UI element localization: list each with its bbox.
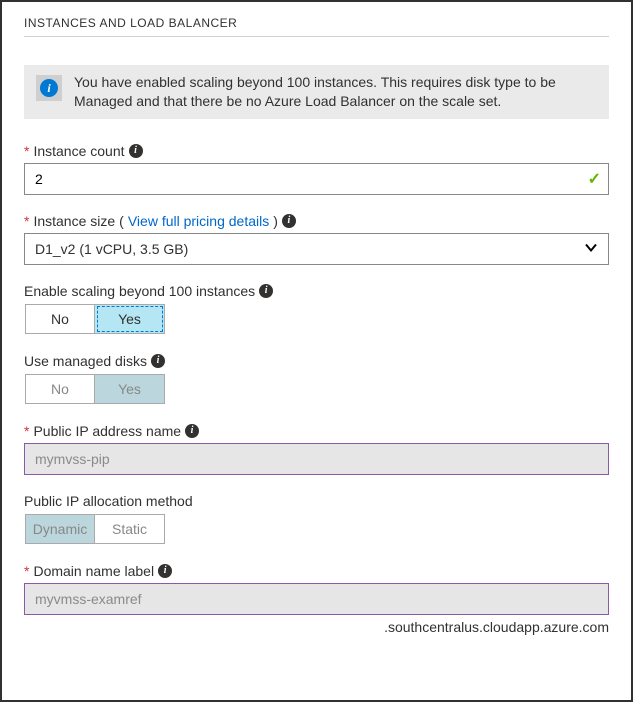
managed-disks-no: No (25, 374, 95, 404)
pip-name-input (24, 443, 609, 475)
instance-count-label: Instance count (33, 143, 124, 159)
instance-size-label: Instance size (33, 213, 115, 229)
pricing-details-link[interactable]: View full pricing details (128, 213, 269, 229)
check-icon: ✓ (588, 169, 601, 189)
managed-disks-toggle: No Yes (24, 373, 166, 405)
instance-count-input[interactable] (24, 163, 609, 195)
info-icon[interactable]: i (282, 214, 296, 228)
scale-beyond-no[interactable]: No (25, 304, 95, 334)
info-banner-text: You have enabled scaling beyond 100 inst… (74, 73, 597, 111)
info-icon[interactable]: i (158, 564, 172, 578)
required-marker: * (24, 563, 29, 579)
pip-alloc-dynamic: Dynamic (25, 514, 95, 544)
field-dns-label: * Domain name label i .southcentralus.cl… (24, 563, 609, 635)
instance-size-select[interactable]: D1_v2 (1 vCPU, 3.5 GB) (24, 233, 609, 265)
section-title: INSTANCES AND LOAD BALANCER (24, 16, 609, 37)
field-scale-beyond: Enable scaling beyond 100 instances i No… (24, 283, 609, 335)
field-instance-size: * Instance size (View full pricing detai… (24, 213, 609, 265)
required-marker: * (24, 423, 29, 439)
chevron-down-icon (584, 240, 598, 257)
dns-label-input (24, 583, 609, 615)
pip-alloc-label: Public IP allocation method (24, 493, 193, 509)
info-banner: i You have enabled scaling beyond 100 in… (24, 65, 609, 119)
scale-beyond-label: Enable scaling beyond 100 instances (24, 283, 255, 299)
required-marker: * (24, 213, 29, 229)
scale-beyond-toggle: No Yes (24, 303, 166, 335)
pip-name-label: Public IP address name (33, 423, 181, 439)
dns-label-label: Domain name label (33, 563, 154, 579)
info-icon[interactable]: i (151, 354, 165, 368)
managed-disks-yes: Yes (95, 374, 165, 404)
field-pip-alloc: Public IP allocation method Dynamic Stat… (24, 493, 609, 545)
info-icon[interactable]: i (259, 284, 273, 298)
field-managed-disks: Use managed disks i No Yes (24, 353, 609, 405)
dns-suffix: .southcentralus.cloudapp.azure.com (24, 619, 609, 635)
field-instance-count: * Instance count i ✓ (24, 143, 609, 195)
info-icon[interactable]: i (185, 424, 199, 438)
scale-beyond-yes[interactable]: Yes (95, 304, 165, 334)
pip-alloc-toggle: Dynamic Static (24, 513, 166, 545)
managed-disks-label: Use managed disks (24, 353, 147, 369)
instance-size-value: D1_v2 (1 vCPU, 3.5 GB) (35, 241, 188, 257)
instances-load-balancer-panel: INSTANCES AND LOAD BALANCER i You have e… (0, 0, 633, 702)
pip-alloc-static: Static (95, 514, 165, 544)
info-icon[interactable]: i (129, 144, 143, 158)
info-icon: i (36, 75, 62, 101)
field-pip-name: * Public IP address name i (24, 423, 609, 475)
required-marker: * (24, 143, 29, 159)
